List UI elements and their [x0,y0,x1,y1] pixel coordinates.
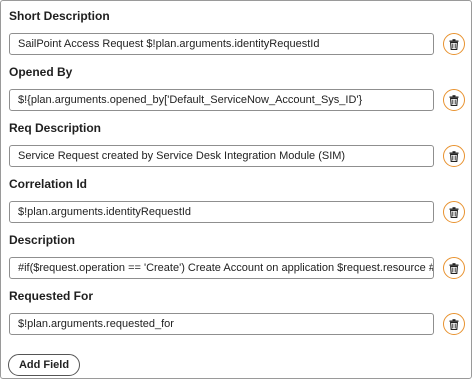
delete-field-button[interactable] [443,89,465,111]
correlation-id-input[interactable]: $!plan.arguments.identityRequestId [9,201,434,223]
short-description-input[interactable]: SailPoint Access Request $!plan.argument… [9,33,434,55]
delete-field-button[interactable] [443,145,465,167]
field-label: Short Description [9,9,110,23]
field-input-row: $!plan.arguments.identityRequestId [9,201,465,225]
field-input-row: #if($request.operation == 'Create') Crea… [9,257,465,281]
trash-icon [449,150,459,162]
field-label: Correlation Id [9,177,88,191]
field-label: Description [9,233,76,247]
field-short-description: Short Description SailPoint Access Reque… [9,9,465,57]
field-description: Description #if($request.operation == 'C… [9,233,465,281]
field-req-description: Req Description Service Request created … [9,121,465,169]
delete-field-button[interactable] [443,201,465,223]
trash-icon [449,262,459,274]
add-field-button[interactable]: Add Field [8,354,80,376]
field-label: Req Description [9,121,102,135]
description-input[interactable]: #if($request.operation == 'Create') Crea… [9,257,434,279]
field-input-row: Service Request created by Service Desk … [9,145,465,169]
trash-icon [449,94,459,106]
delete-field-button[interactable] [443,257,465,279]
field-input-row: $!{plan.arguments.opened_by['Default_Ser… [9,89,465,113]
opened-by-input[interactable]: $!{plan.arguments.opened_by['Default_Ser… [9,89,434,111]
field-label: Opened By [9,65,73,79]
field-input-row: $!plan.arguments.requested_for [9,313,465,337]
trash-icon [449,318,459,330]
field-input-row: SailPoint Access Request $!plan.argument… [9,33,465,57]
field-requested-for: Requested For $!plan.arguments.requested… [9,289,465,337]
delete-field-button[interactable] [443,33,465,55]
trash-icon [449,38,459,50]
field-correlation-id: Correlation Id $!plan.arguments.identity… [9,177,465,225]
req-description-input[interactable]: Service Request created by Service Desk … [9,145,434,167]
delete-field-button[interactable] [443,313,465,335]
trash-icon [449,206,459,218]
requested-for-input[interactable]: $!plan.arguments.requested_for [9,313,434,335]
field-opened-by: Opened By $!{plan.arguments.opened_by['D… [9,65,465,113]
field-label: Requested For [9,289,94,303]
field-mapping-panel: Short Description SailPoint Access Reque… [0,0,472,379]
